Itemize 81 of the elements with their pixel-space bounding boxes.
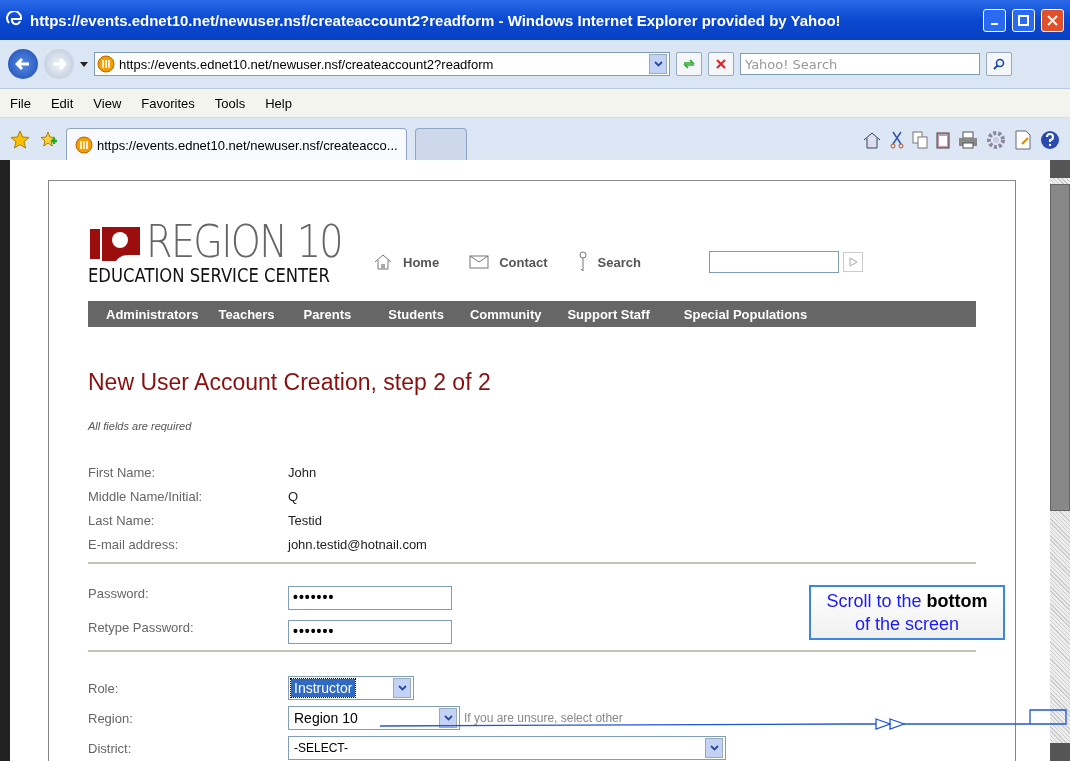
- play-icon: [847, 257, 858, 267]
- site-icon: [75, 136, 93, 154]
- site-icon: [97, 55, 115, 73]
- field-label: Retype Password:: [88, 620, 195, 635]
- close-icon: [716, 59, 726, 69]
- field-label: Password:: [88, 586, 150, 601]
- nav-item[interactable]: Support Staff: [567, 306, 684, 322]
- minimize-icon: [991, 23, 998, 25]
- page-icon[interactable]: [1014, 129, 1032, 150]
- field-label: First Name:: [88, 464, 157, 480]
- key-icon: [577, 251, 588, 273]
- page-heading: New User Account Creation, step 2 of 2: [88, 369, 492, 396]
- home-icon: [373, 254, 393, 270]
- field-label: Role:: [88, 680, 120, 696]
- nav-item[interactable]: Community: [469, 306, 568, 322]
- nav-item[interactable]: Students: [388, 306, 470, 322]
- dropdown-caret-icon[interactable]: [439, 708, 457, 728]
- address-field[interactable]: https://events.ednet10.net/newuser.nsf/createaccount2?readform: [94, 52, 670, 76]
- header-link[interactable]: Contact: [499, 254, 548, 270]
- logo-mark-icon: [88, 225, 142, 261]
- stop-button[interactable]: [708, 52, 734, 76]
- scrollbar[interactable]: [1050, 160, 1070, 761]
- menu-item[interactable]: View: [83, 95, 132, 111]
- hint-text: If you are unsure, select other: [464, 711, 623, 725]
- field-label: District:: [88, 740, 133, 756]
- menu-item[interactable]: File: [0, 95, 41, 111]
- dropdown[interactable]: -SELECT-: [288, 736, 726, 760]
- header-link[interactable]: Home: [403, 254, 440, 270]
- site-search-field[interactable]: [708, 251, 839, 273]
- field-label: Region:: [88, 710, 134, 726]
- dropdown-caret-icon[interactable]: [705, 738, 723, 758]
- menu-item[interactable]: Favorites: [131, 95, 205, 111]
- field-value: Testid: [288, 512, 322, 528]
- field-label: E-mail address:: [88, 536, 180, 552]
- field-label: Last Name:: [88, 512, 156, 528]
- header-link[interactable]: Search: [597, 254, 641, 270]
- maximize-button[interactable]: [1012, 8, 1035, 32]
- password-field[interactable]: •••••••: [288, 586, 452, 610]
- back-button[interactable]: [8, 49, 38, 79]
- minimize-button[interactable]: [983, 8, 1006, 32]
- clipboard-icon[interactable]: [936, 130, 950, 149]
- field-label: Middle Name/Initial:: [88, 488, 204, 504]
- refresh-icon: [682, 58, 696, 70]
- close-icon: [1047, 14, 1058, 26]
- dropdown[interactable]: Region 10: [288, 706, 460, 730]
- menu-item[interactable]: Edit: [40, 95, 84, 111]
- caret-icon[interactable]: [80, 61, 88, 67]
- scissors-icon[interactable]: [890, 130, 904, 149]
- window-title: https://events.ednet10.net/newuser.nsf/createaccount2?readform - Windows Internet Explorer provided by Yahoo!: [30, 11, 842, 29]
- printer-icon[interactable]: [958, 130, 978, 149]
- field-value: Q: [288, 488, 299, 504]
- forward-arrow-icon: [51, 57, 67, 71]
- star-icon[interactable]: [10, 129, 30, 150]
- dropdown-caret-icon[interactable]: [649, 54, 667, 74]
- nav-item[interactable]: Teachers: [218, 306, 304, 322]
- gear-icon[interactable]: [986, 129, 1006, 150]
- callout-box: Scroll to the bottom of the screen: [809, 585, 1005, 640]
- browser-tab[interactable]: https://events.ednet10.net/newuser.nsf/createacco...: [66, 128, 407, 161]
- dropdown-caret-icon[interactable]: [393, 678, 411, 698]
- field-value: john.testid@hotnail.com: [288, 536, 427, 552]
- search-button[interactable]: [986, 52, 1012, 76]
- required-note: All fields are required: [88, 420, 193, 432]
- add-favorite-icon[interactable]: [38, 129, 58, 150]
- nav-item[interactable]: Special Populations: [683, 306, 828, 322]
- dropdown[interactable]: Instructor: [288, 676, 414, 700]
- search-icon: [993, 58, 1005, 70]
- logo-title: REGION 10: [146, 223, 342, 261]
- nav-item[interactable]: Parents: [303, 306, 389, 322]
- back-arrow-icon: [15, 57, 31, 71]
- search-field[interactable]: Yahoo! Search: [740, 53, 980, 75]
- menu-item[interactable]: Help: [255, 95, 302, 111]
- envelope-icon: [469, 255, 490, 269]
- maximize-icon: [1018, 14, 1029, 26]
- copy-icon[interactable]: [912, 130, 928, 149]
- home-icon[interactable]: [862, 130, 882, 149]
- close-button[interactable]: [1041, 8, 1064, 32]
- nav-item[interactable]: Administrators: [106, 306, 219, 322]
- menu-item[interactable]: Tools: [204, 95, 256, 111]
- password-field[interactable]: •••••••: [288, 620, 452, 644]
- help-icon[interactable]: [1040, 129, 1060, 150]
- field-value: John: [288, 464, 317, 480]
